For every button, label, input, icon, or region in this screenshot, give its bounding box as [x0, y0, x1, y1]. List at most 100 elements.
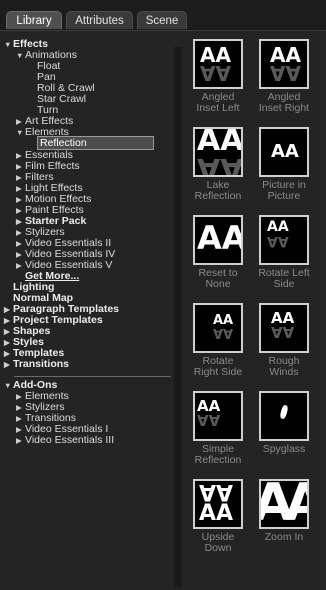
disclosure-right-icon[interactable]: ▶ [16, 216, 25, 227]
preset-caption: Reset to None [186, 268, 250, 290]
preset-caption-line: Side [273, 278, 295, 290]
preset-tile[interactable]: AA AA Rotate Right Side [186, 303, 250, 378]
disclosure-right-icon[interactable]: ▶ [4, 359, 13, 370]
preset-tile[interactable]: AA AA Rotate Left Side [252, 215, 316, 290]
preset-caption: Simple Reflection [186, 444, 250, 466]
preset-thumbnail-text: AA [200, 61, 231, 85]
preset-thumbnail [259, 391, 309, 441]
disclosure-right-icon[interactable]: ▶ [16, 172, 25, 183]
tab-library[interactable]: Library [6, 11, 62, 29]
preset-caption-line: Reflection [194, 454, 242, 466]
preset-thumbnail-text: AA [199, 501, 234, 526]
disclosure-right-icon[interactable]: ▶ [16, 402, 25, 413]
preset-thumbnail: AA AA [193, 39, 243, 89]
preset-thumbnail: AA [193, 215, 243, 265]
preset-caption: Picture in Picture [252, 180, 316, 202]
disclosure-right-icon[interactable]: ▶ [16, 424, 25, 435]
preset-thumbnail-text: AA [271, 323, 295, 341]
preset-caption: Spyglass [252, 444, 316, 455]
preset-caption-line: Zoom In [264, 531, 304, 543]
disclosure-right-icon[interactable]: ▶ [16, 413, 25, 424]
disclosure-right-icon[interactable]: ▶ [16, 391, 25, 402]
library-tree: ▼ Effects ▼ Animations Float Pan Roll & Crawl S… [0, 31, 178, 590]
preset-caption: Angled Inset Right [252, 92, 316, 114]
preset-caption: Upside Down [186, 532, 250, 554]
preset-thumbnail-text: AA [197, 151, 243, 177]
preset-caption-line: Inset Right [258, 102, 310, 114]
tab-scene[interactable]: Scene [137, 11, 187, 29]
preset-thumbnail: AA [259, 479, 309, 529]
preset-caption: Zoom In [252, 532, 316, 543]
disclosure-down-icon[interactable]: ▼ [4, 39, 13, 50]
preset-caption-line: Right Side [193, 366, 243, 378]
disclosure-right-icon[interactable]: ▶ [4, 326, 13, 337]
disclosure-right-icon[interactable]: ▶ [16, 260, 25, 271]
preset-thumbnail-text: AA [271, 141, 299, 162]
preset-tile[interactable]: Spyglass [252, 391, 316, 455]
library-panel: ▼ Effects ▼ Animations Float Pan Roll & Crawl S… [0, 30, 326, 590]
tree-item-label: Transitions [13, 358, 70, 371]
preset-thumbnail-text: AA [213, 325, 234, 340]
preset-caption-line: Winds [269, 366, 299, 378]
preset-caption-line: Inset Left [196, 102, 240, 114]
tab-bar: Library Attributes Scene [0, 0, 326, 30]
preset-caption: Lake Reflection [186, 180, 250, 202]
addons-item-label: Video Essentials III [25, 434, 115, 447]
disclosure-right-icon[interactable]: ▶ [16, 183, 25, 194]
disclosure-right-icon[interactable]: ▶ [16, 227, 25, 238]
preset-tile[interactable]: AA AA Simple Reflection [186, 391, 250, 466]
preset-thumbnail: AA [259, 127, 309, 177]
addons-item[interactable]: ▶ Video Essentials III [16, 435, 114, 446]
preset-caption: Angled Inset Left [186, 92, 250, 114]
preset-thumbnail-text: AA [267, 233, 289, 249]
preset-thumbnail: AA AA [193, 391, 243, 441]
preset-tile[interactable]: AA AA Upside Down [186, 479, 250, 554]
preset-thumbnail-text: AA [270, 61, 301, 85]
preset-caption-line: Spyglass [262, 443, 306, 455]
tree-divider [14, 376, 171, 377]
disclosure-right-icon[interactable]: ▶ [4, 315, 13, 326]
preset-thumbnail: AA AA [259, 215, 309, 265]
preset-tile[interactable]: AA Zoom In [252, 479, 316, 543]
disclosure-down-icon[interactable]: ▼ [16, 50, 25, 61]
disclosure-down-icon[interactable]: ▼ [4, 380, 13, 391]
preset-grid: AA AA Angled Inset Left AA AA Angled Inset Righ… [186, 31, 326, 590]
preset-thumbnail: AA AA [193, 479, 243, 529]
disclosure-right-icon[interactable]: ▶ [16, 161, 25, 172]
preset-caption-line: Picture [267, 190, 301, 202]
spyglass-glint [279, 404, 289, 420]
disclosure-right-icon[interactable]: ▶ [4, 304, 13, 315]
preset-thumbnail: AA AA [259, 303, 309, 353]
preset-tile[interactable]: AA Reset to None [186, 215, 250, 290]
disclosure-right-icon[interactable]: ▶ [4, 348, 13, 359]
disclosure-right-icon[interactable]: ▶ [16, 116, 25, 127]
preset-caption-line: None [205, 278, 231, 290]
disclosure-right-icon[interactable]: ▶ [16, 249, 25, 260]
preset-caption-line: Down [204, 542, 232, 554]
preset-thumbnail: AA AA [193, 303, 243, 353]
disclosure-right-icon[interactable]: ▶ [16, 238, 25, 249]
disclosure-right-icon[interactable]: ▶ [4, 337, 13, 348]
disclosure-right-icon[interactable]: ▶ [16, 194, 25, 205]
disclosure-right-icon[interactable]: ▶ [16, 150, 25, 161]
preset-tile[interactable]: AA AA Angled Inset Left [186, 39, 250, 114]
preset-caption-line: Reflection [194, 190, 242, 202]
disclosure-right-icon[interactable]: ▶ [16, 435, 25, 446]
preset-thumbnail: AA AA [193, 127, 243, 177]
preset-caption: Rotate Right Side [186, 356, 250, 378]
disclosure-right-icon[interactable]: ▶ [16, 205, 25, 216]
preset-tile[interactable]: AA AA Rough Winds [252, 303, 316, 378]
preset-thumbnail-text: AA [197, 411, 221, 429]
preset-thumbnail-text: AA [197, 219, 243, 257]
preset-tile[interactable]: AA AA Angled Inset Right [252, 39, 316, 114]
preset-thumbnail: AA AA [259, 39, 309, 89]
tree-scrollbar[interactable] [174, 47, 182, 587]
preset-tile[interactable]: AA AA Lake Reflection [186, 127, 250, 202]
preset-tile[interactable]: AA Picture in Picture [252, 127, 316, 202]
disclosure-down-icon[interactable]: ▼ [16, 127, 25, 138]
zoom-letter: A [285, 481, 307, 527]
tab-attributes[interactable]: Attributes [66, 11, 133, 29]
preset-caption: Rough Winds [252, 356, 316, 378]
tree-item[interactable]: ▶ Transitions [4, 359, 69, 370]
preset-caption: Rotate Left Side [252, 268, 316, 290]
